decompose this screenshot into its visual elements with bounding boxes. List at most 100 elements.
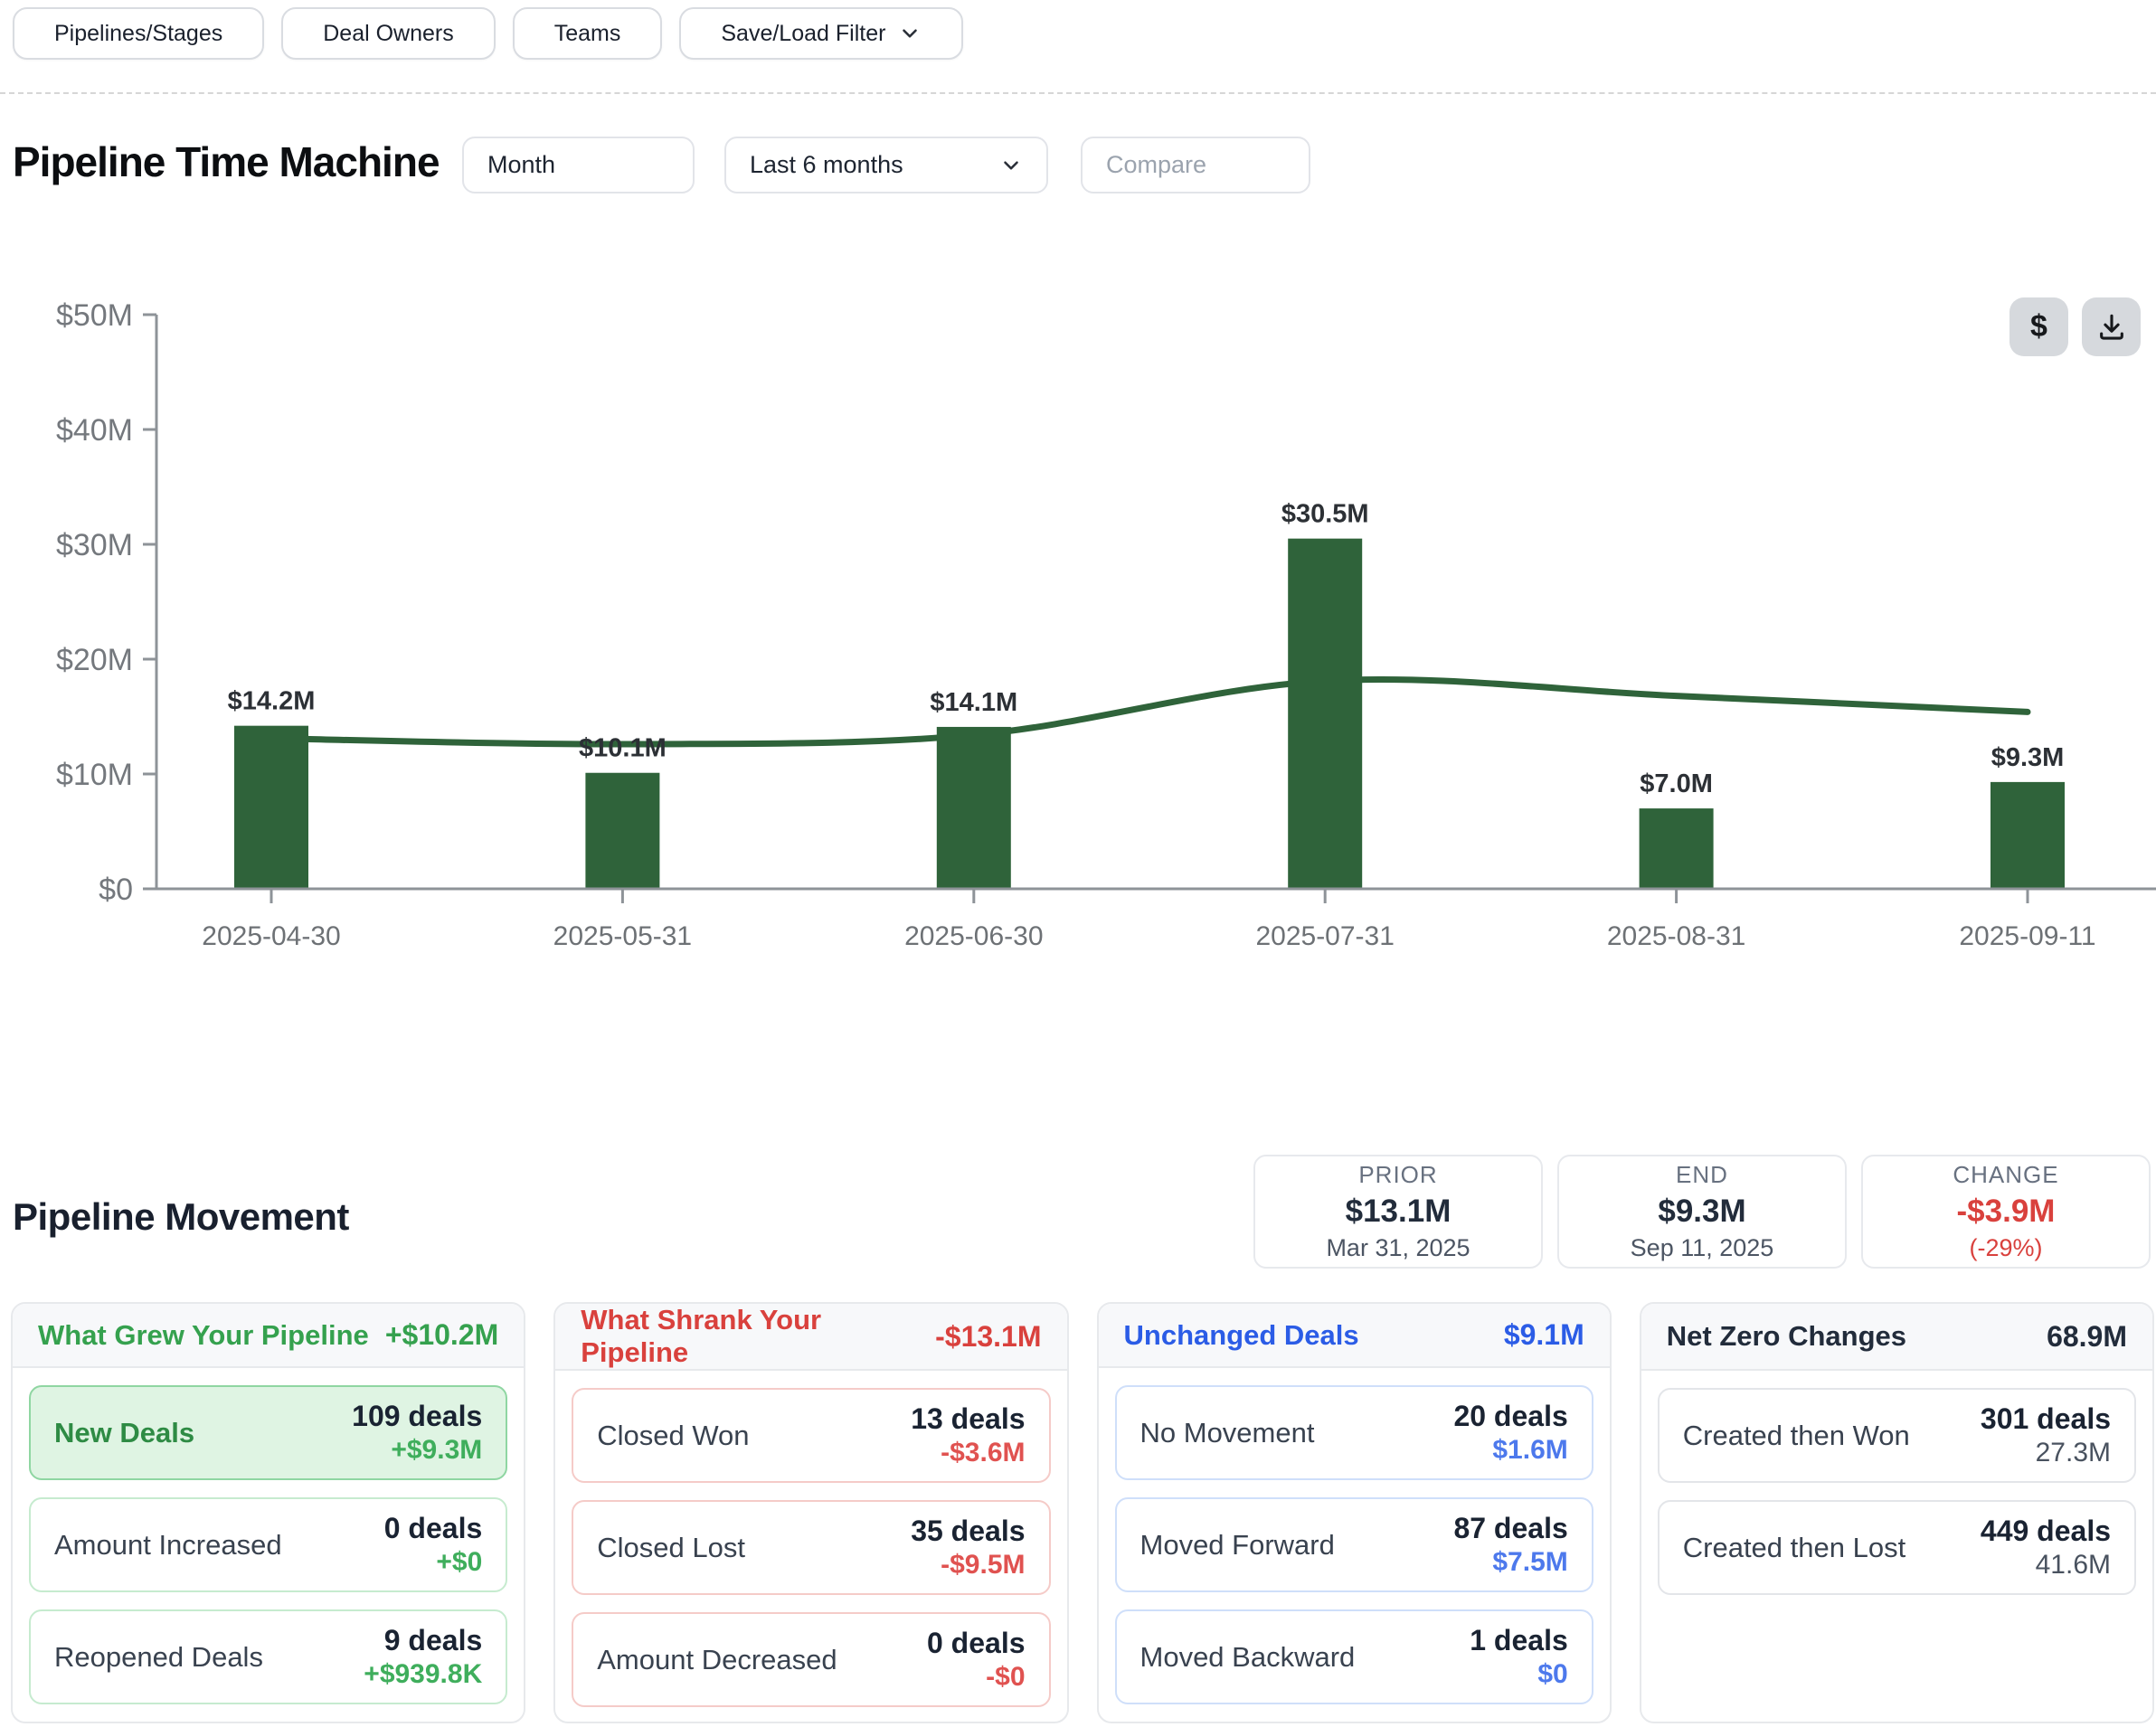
change-label: CHANGE <box>1953 1161 2058 1189</box>
closed-won-label: Closed Won <box>597 1420 749 1452</box>
amount-increased-item[interactable]: Amount Increased 0 deals +$0 <box>29 1497 507 1592</box>
x-tick-label: 2025-06-30 <box>904 921 1043 951</box>
grew-pipeline-title: What Grew Your Pipeline <box>38 1319 369 1352</box>
chart-bar[interactable] <box>585 773 659 889</box>
chart-bar[interactable] <box>937 727 1011 889</box>
download-icon <box>2096 312 2127 343</box>
moved-backward-amount: $0 <box>1470 1659 1568 1690</box>
reopened-deals-count: 9 deals <box>364 1624 482 1657</box>
created-then-lost-count: 449 deals <box>1981 1515 2111 1548</box>
teams-label: Teams <box>554 21 621 47</box>
prior-label: PRIOR <box>1358 1161 1437 1189</box>
download-button[interactable] <box>2082 297 2141 356</box>
closed-won-count: 13 deals <box>911 1402 1025 1436</box>
closed-lost-values: 35 deals -$9.5M <box>911 1515 1025 1581</box>
chart-bar[interactable] <box>1991 782 2065 889</box>
chevron-down-icon <box>898 22 922 45</box>
end-stat-card: END $9.3M Sep 11, 2025 <box>1557 1155 1847 1269</box>
amount-increased-label: Amount Increased <box>54 1529 282 1562</box>
shrank-pipeline-title: What Shrank Your Pipeline <box>581 1304 935 1369</box>
unchanged-deals-title: Unchanged Deals <box>1124 1319 1359 1352</box>
shrank-pipeline-header: What Shrank Your Pipeline -$13.1M <box>555 1304 1066 1371</box>
prior-stat-card: PRIOR $13.1M Mar 31, 2025 <box>1253 1155 1543 1269</box>
grew-pipeline-body: New Deals 109 deals +$9.3M Amount Increa… <box>13 1368 524 1722</box>
closed-lost-count: 35 deals <box>911 1515 1025 1548</box>
shrank-pipeline-total: -$13.1M <box>935 1320 1041 1354</box>
amount-decreased-values: 0 deals -$0 <box>927 1627 1026 1693</box>
net-zero-changes-total: 68.9M <box>2047 1320 2127 1354</box>
grew-pipeline-total: +$10.2M <box>385 1318 498 1352</box>
change-stat-card: CHANGE -$3.9M (-29%) <box>1861 1155 2151 1269</box>
closed-lost-item[interactable]: Closed Lost 35 deals -$9.5M <box>572 1500 1050 1595</box>
reopened-deals-label: Reopened Deals <box>54 1641 263 1674</box>
chart-bar[interactable] <box>234 726 308 889</box>
grew-pipeline-header: What Grew Your Pipeline +$10.2M <box>13 1304 524 1368</box>
dollar-icon: $ <box>2030 309 2047 344</box>
bar-value-label: $14.2M <box>228 687 316 716</box>
no-movement-label: No Movement <box>1140 1417 1315 1449</box>
date-range-label: Last 6 months <box>750 151 903 179</box>
granularity-label: Month <box>487 151 555 179</box>
trend-line <box>271 679 2028 744</box>
bar-value-label: $10.1M <box>579 734 667 763</box>
moved-forward-amount: $7.5M <box>1453 1547 1567 1578</box>
reopened-deals-amount: +$939.8K <box>364 1659 482 1690</box>
x-tick-label: 2025-05-31 <box>553 921 692 951</box>
new-deals-item[interactable]: New Deals 109 deals +$9.3M <box>29 1385 507 1480</box>
end-value: $9.3M <box>1658 1194 1745 1230</box>
created-then-won-count: 301 deals <box>1981 1402 2111 1436</box>
chevron-down-icon <box>999 154 1023 177</box>
granularity-button[interactable]: Month <box>462 137 695 193</box>
net-zero-changes-body: Created then Won 301 deals 27.3M Created… <box>1641 1371 2152 1722</box>
no-movement-values: 20 deals $1.6M <box>1453 1400 1567 1466</box>
no-movement-count: 20 deals <box>1453 1400 1567 1433</box>
closed-won-values: 13 deals -$3.6M <box>911 1402 1025 1468</box>
created-then-lost-amount: 41.6M <box>1981 1550 2111 1581</box>
amount-decreased-count: 0 deals <box>927 1627 1026 1660</box>
moved-backward-item[interactable]: Moved Backward 1 deals $0 <box>1115 1609 1593 1704</box>
end-date: Sep 11, 2025 <box>1631 1234 1774 1262</box>
currency-toggle-button[interactable]: $ <box>2009 297 2068 356</box>
closed-won-amount: -$3.6M <box>911 1438 1025 1468</box>
moved-forward-item[interactable]: Moved Forward 87 deals $7.5M <box>1115 1497 1593 1592</box>
amount-increased-count: 0 deals <box>384 1512 483 1545</box>
dashboard-page: Pipelines/Stages Deal Owners Teams Save/… <box>0 0 2156 1727</box>
shrank-pipeline-card: What Shrank Your Pipeline -$13.1M Closed… <box>553 1302 1068 1723</box>
amount-decreased-item[interactable]: Amount Decreased 0 deals -$0 <box>572 1612 1050 1707</box>
amount-increased-amount: +$0 <box>384 1547 483 1578</box>
created-then-won-item[interactable]: Created then Won 301 deals 27.3M <box>1658 1388 2136 1483</box>
date-range-select[interactable]: Last 6 months <box>724 137 1048 193</box>
filter-bar: Pipelines/Stages Deal Owners Teams Save/… <box>13 7 963 60</box>
grew-pipeline-card: What Grew Your Pipeline +$10.2M New Deal… <box>11 1302 525 1723</box>
page-title: Pipeline Time Machine <box>13 137 440 186</box>
new-deals-label: New Deals <box>54 1417 194 1449</box>
save-load-filter-button[interactable]: Save/Load Filter <box>679 7 963 60</box>
change-value: -$3.9M <box>1957 1194 2056 1230</box>
unchanged-deals-header: Unchanged Deals $9.1M <box>1099 1304 1610 1368</box>
reopened-deals-item[interactable]: Reopened Deals 9 deals +$939.8K <box>29 1609 507 1704</box>
closed-lost-amount: -$9.5M <box>911 1550 1025 1581</box>
no-movement-amount: $1.6M <box>1453 1435 1567 1466</box>
chart-bar[interactable] <box>1288 539 1362 889</box>
y-tick-label: $30M <box>56 528 133 562</box>
y-tick-label: $10M <box>56 758 133 792</box>
pipelines-stages-filter-button[interactable]: Pipelines/Stages <box>13 7 264 60</box>
no-movement-item[interactable]: No Movement 20 deals $1.6M <box>1115 1385 1593 1480</box>
teams-filter-button[interactable]: Teams <box>513 7 663 60</box>
x-tick-label: 2025-04-30 <box>202 921 340 951</box>
created-then-won-label: Created then Won <box>1683 1420 1910 1452</box>
new-deals-count: 109 deals <box>352 1400 482 1433</box>
deal-owners-filter-button[interactable]: Deal Owners <box>281 7 496 60</box>
unchanged-deals-total: $9.1M <box>1504 1318 1584 1352</box>
bar-value-label: $14.1M <box>930 688 1017 717</box>
save-load-filter-label: Save/Load Filter <box>721 21 885 47</box>
created-then-lost-item[interactable]: Created then Lost 449 deals 41.6M <box>1658 1500 2136 1595</box>
chart-bar[interactable] <box>1640 808 1714 889</box>
deal-owners-label: Deal Owners <box>323 21 454 47</box>
compare-input[interactable] <box>1106 151 1285 179</box>
moved-backward-label: Moved Backward <box>1140 1641 1356 1674</box>
reopened-deals-values: 9 deals +$939.8K <box>364 1624 482 1690</box>
amount-increased-values: 0 deals +$0 <box>384 1512 483 1578</box>
amount-decreased-label: Amount Decreased <box>597 1644 837 1676</box>
closed-won-item[interactable]: Closed Won 13 deals -$3.6M <box>572 1388 1050 1483</box>
